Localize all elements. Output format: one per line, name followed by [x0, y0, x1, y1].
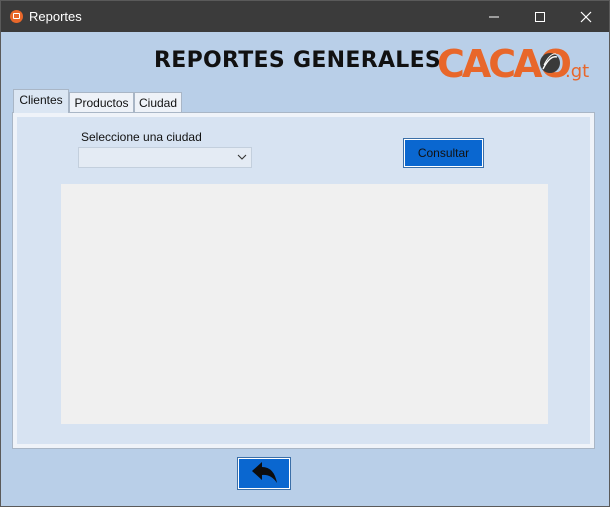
minimize-icon [489, 16, 499, 18]
tab-label: Productos [74, 96, 129, 110]
svg-text:.gt: .gt [565, 61, 589, 82]
city-label: Seleccione una ciudad [81, 130, 202, 144]
tab-clientes[interactable]: Clientes [13, 89, 69, 113]
maximize-icon [535, 12, 545, 22]
tab-label: Ciudad [138, 96, 178, 110]
close-button[interactable] [563, 1, 609, 32]
cacao-logo: CACAO .gt [437, 42, 589, 85]
tab-ciudad[interactable]: Ciudad [134, 92, 182, 112]
window-title: Reportes [29, 9, 82, 24]
reportes-window: Reportes REPORTES GENERALES CACAO .gt Cl… [0, 0, 610, 507]
page-title: REPORTES GENERALES [154, 48, 442, 73]
close-icon [580, 11, 592, 23]
results-grid[interactable] [61, 184, 548, 424]
maximize-button[interactable] [517, 1, 563, 32]
tab-productos[interactable]: Productos [69, 92, 134, 112]
undo-arrow-icon [252, 462, 277, 483]
chevron-down-icon [237, 154, 247, 160]
minimize-button[interactable] [471, 1, 517, 32]
back-button[interactable] [237, 457, 291, 490]
city-combobox[interactable] [78, 147, 252, 168]
title-bar[interactable]: Reportes [1, 1, 609, 32]
app-icon [10, 10, 23, 23]
consultar-button[interactable]: Consultar [403, 138, 484, 168]
tab-label: Clientes [19, 93, 63, 107]
